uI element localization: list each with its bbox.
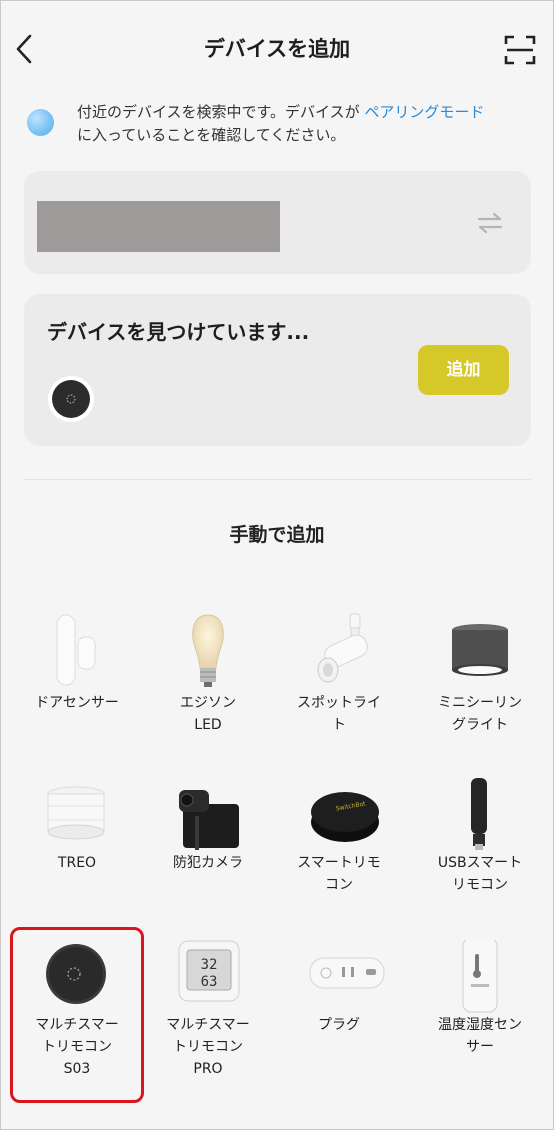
device-smart-remote[interactable]: SwitchBot スマートリモ コン (274, 776, 404, 896)
thermo-hygrometer-icon (462, 940, 498, 1013)
device-security-camera[interactable]: 防犯カメラ (143, 776, 273, 876)
selection-highlight (10, 927, 144, 1103)
door-sensor-icon (56, 614, 96, 686)
svg-text:32: 32 (201, 957, 218, 973)
edison-bulb-icon (192, 614, 224, 687)
usb-remote-icon (471, 778, 487, 850)
device-door-sensor[interactable]: ドアセンサー (12, 612, 142, 712)
device-usb-remote[interactable]: USBスマート リモコン (415, 776, 545, 896)
device-thermo-hygrometer[interactable]: 温度湿度セン サー (415, 940, 545, 1060)
device-label: スマートリモ コン (297, 855, 381, 893)
multi-remote-pro-icon: 32 63 (178, 940, 240, 1002)
add-button[interactable]: 追加 (418, 345, 509, 395)
device-label: ミニシーリン グライト (438, 695, 522, 733)
device-label: USBスマート リモコン (437, 855, 523, 893)
device-label: スポットライ ト (297, 695, 381, 733)
notice-text-after: に入っていることを確認してください。 (77, 126, 346, 144)
wifi-name-redacted (37, 201, 280, 252)
device-plug[interactable]: プラグ (274, 940, 404, 1060)
searching-icon (27, 109, 54, 136)
security-camera-icon (179, 790, 239, 850)
scan-icon[interactable] (504, 34, 536, 66)
device-label: マルチスマー トリモコン PRO (166, 1017, 250, 1077)
header: デバイスを追加 (0, 0, 554, 96)
swap-icon[interactable] (475, 211, 505, 235)
wifi-card[interactable] (24, 171, 531, 274)
found-device-icon (48, 376, 94, 422)
spotlight-icon (317, 613, 368, 683)
smart-remote-icon: SwitchBot (311, 792, 379, 842)
device-treo[interactable]: TREO (12, 776, 142, 876)
plug-icon (309, 957, 385, 989)
device-label: 温度湿度セン サー (438, 1017, 522, 1055)
device-label: 防犯カメラ (173, 855, 243, 871)
device-mini-ceiling-light[interactable]: ミニシーリン グライト (415, 612, 545, 733)
device-edison-led[interactable]: エジソン LED (143, 612, 273, 733)
notice-text-before: 付近のデバイスを検索中です。デバイスが (77, 103, 365, 121)
device-label: ドアセンサー (35, 695, 119, 711)
manual-add-title: 手動で追加 (229, 524, 325, 546)
device-label: エジソン LED (180, 695, 236, 733)
ceiling-light-icon (452, 624, 508, 676)
device-label: プラグ (318, 1017, 360, 1033)
page-title: デバイスを追加 (203, 37, 351, 61)
device-label: TREO (57, 855, 97, 871)
found-title: デバイスを見つけています... (47, 320, 310, 344)
device-multi-remote-pro[interactable]: 32 63 マルチスマー トリモコン PRO (143, 940, 273, 1080)
divider (24, 479, 531, 480)
device-spotlight[interactable]: スポットライ ト (274, 612, 404, 733)
pairing-mode-link[interactable]: ペアリングモード (364, 103, 484, 121)
search-notice: 付近のデバイスを検索中です。デバイスが ペアリングモード に入っていることを確認し… (77, 101, 527, 147)
treo-light-icon (47, 786, 105, 840)
found-device-card: デバイスを見つけています... 追加 (24, 294, 531, 446)
svg-text:63: 63 (201, 974, 218, 990)
